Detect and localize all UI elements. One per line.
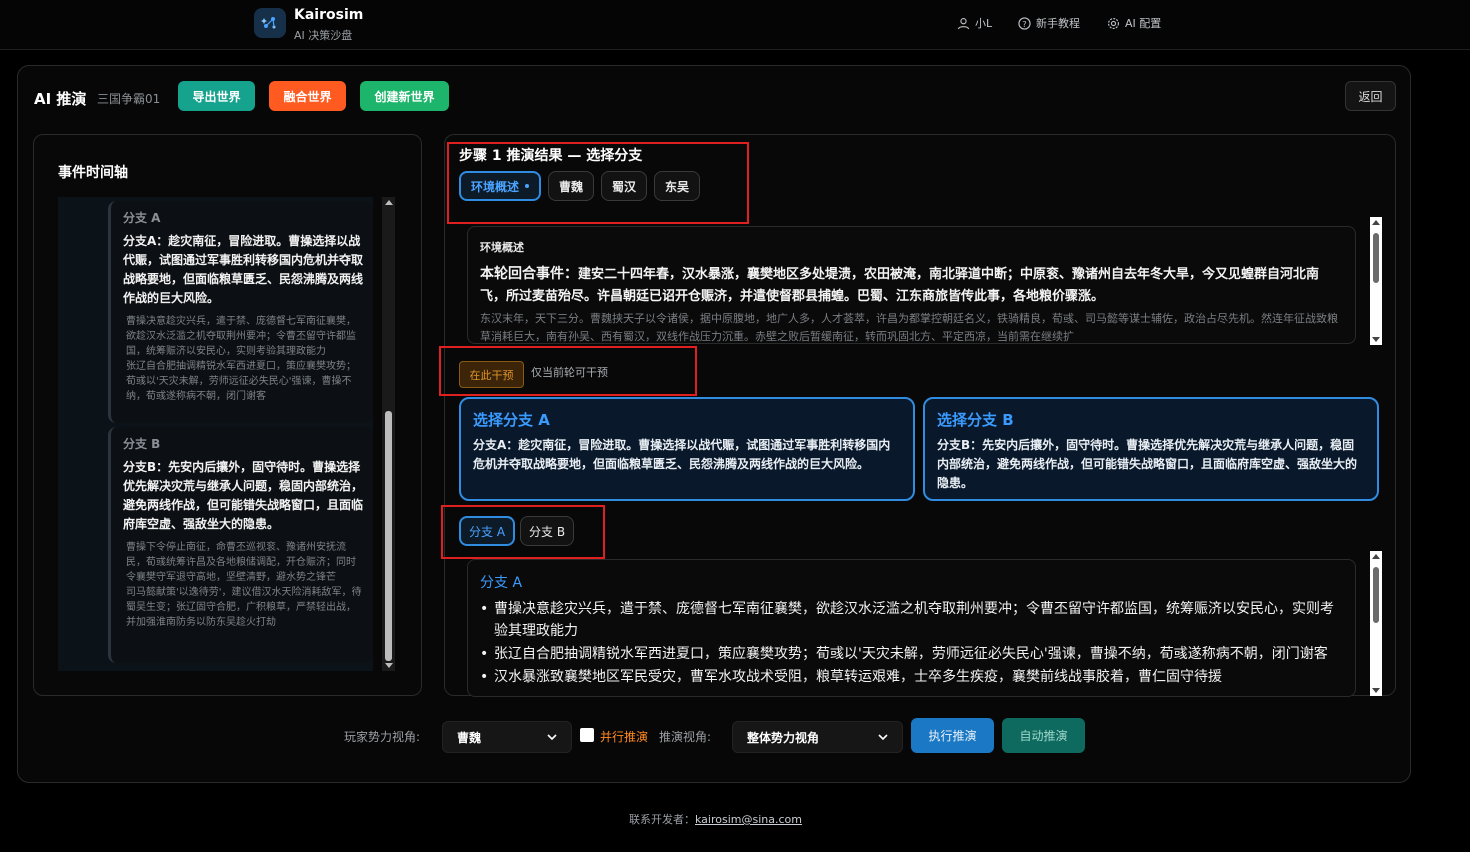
intervene-button[interactable]: 在此干预 [459,361,524,388]
user-icon [957,17,970,29]
world-name: 三国争霸01 [97,92,161,106]
export-world-button[interactable]: 导出世界 [178,81,255,111]
parallel-checkbox[interactable] [580,728,594,742]
scroll-down-icon[interactable] [1372,688,1380,693]
brand-name: Kairosim [294,7,364,23]
environment-body: 建安二十四年春，汉水暴涨，襄樊地区多处堤溃，农田被淹，南北驿道中断；中原衮、豫诸… [480,267,1320,304]
svg-text:?: ? [1022,18,1026,28]
detail-scroll-thumb[interactable] [1373,567,1379,623]
environment-card: 环境概述 本轮回合事件：建安二十四年春，汉水暴涨，襄樊地区多处堤溃，农田被淹，南… [467,226,1356,344]
page-title: AI 推演 [34,90,87,108]
timeline-item[interactable]: 分支 B 分支B：先安内后攘外，固守待时。曹操选择优先解决灾荒与继承人问题，稳固… [108,427,373,663]
back-button[interactable]: 返回 [1345,81,1396,111]
view-select[interactable]: 整体势力视角 [732,721,903,753]
choice-title: 选择分支 B [937,411,1014,429]
list-item: 汉水暴涨致襄樊地区军民受灾，曹军水攻战术受阻，粮草转运艰难，士卒多生疾疫，襄樊前… [480,666,1343,688]
nav-tutorial[interactable]: ? 新手教程 [1018,15,1080,31]
tab-label: 曹魏 [559,179,584,194]
tab-shu[interactable]: 蜀汉 [601,171,648,201]
step-title: 步骤 1 推演结果 — 选择分支 [459,148,643,164]
brand-subtitle: AI 决策沙盘 [294,29,353,42]
timeline-title: 事件时间轴 [58,165,128,181]
player-view-label: 玩家势力视角: [344,730,421,744]
timeline-item-detail: 张辽自合肥抽调精锐水军西进夏口，策应襄樊攻势；荀彧以'天灾未解，劳师远征必失民心… [126,361,356,402]
player-faction-value: 曹魏 [457,730,482,745]
timeline-scrollbar[interactable] [382,197,395,671]
timeline-item-summary: 分支A：趁灾南征，冒险进取。曹操选择以战代赈，试图通过军事胜利转移国内危机并夺取… [123,234,364,305]
timeline-item-detail: 司马懿献策'以逸待劳'，建议借汉水天险消耗敌军，待蜀吴生变；张辽固守合肥，广积粮… [126,587,362,628]
gear-icon [1108,17,1119,29]
tab-label: 东吴 [665,179,690,194]
tab-label: 蜀汉 [612,179,637,194]
timeline-item-detail: 曹操决意趁灾兴兵，遣于禁、庞德督七军南征襄樊，欲趁汉水泛滥之机夺取荆州要冲；令曹… [126,316,356,357]
nav-user[interactable]: 小L [957,15,992,31]
footer: 联系开发者：kairosim@sina.com [629,811,802,827]
scroll-down-icon[interactable] [385,663,393,668]
merge-world-button[interactable]: 融合世界 [269,81,346,111]
nav-tutorial-label: 新手教程 [1036,17,1080,30]
contact-email-link[interactable]: kairosim@sina.com [695,813,802,826]
view-label: 推演视角: [659,730,712,744]
nav-ai-config-label: AI 配置 [1125,17,1162,30]
tab-branch-a[interactable]: 分支 A [459,516,516,546]
run-simulation-button[interactable]: 执行推演 [911,718,994,753]
intervene-note: 仅当前轮可干预 [531,366,608,379]
auto-simulation-button[interactable]: 自动推演 [1002,718,1085,753]
timeline-item[interactable]: 分支 A 分支A：趁灾南征，冒险进取。曹操选择以战代赈，试图通过军事胜利转移国内… [108,201,373,423]
branch-detail-list: 曹操决意趁灾兴兵，遣于禁、庞德督七军南征襄樊，欲趁汉水泛滥之机夺取荆州要冲；令曹… [480,598,1343,688]
branch-detail-title: 分支 A [480,575,523,591]
choice-text: 分支A：趁灾南征，冒险进取。曹操选择以战代赈，试图通过军事胜利转移国内危机并夺取… [473,438,891,471]
tab-wu[interactable]: 东吴 [654,171,701,201]
list-item: 曹操决意趁灾兴兵，遣于禁、庞德督七军南征襄樊，欲趁汉水泛滥之机夺取荆州要冲；令曹… [480,598,1343,642]
environment-label: 环境概述 [480,241,524,254]
environment-scroll-thumb[interactable] [1373,233,1379,283]
list-item: 张辽自合肥抽调精锐水军西进夏口，策应襄樊攻势；荀彧以'天灾未解，劳师远征必失民心… [480,643,1343,665]
player-faction-select[interactable]: 曹魏 [442,721,572,753]
timeline-scroll-area[interactable]: 分支 A 分支A：趁灾南征，冒险进取。曹操选择以战代赈，试图通过军事胜利转移国内… [58,197,373,671]
timeline-item-summary: 分支B：先安内后攘外，固守待时。曹操选择优先解决灾荒与继承人问题，稳固内部统治，… [123,460,364,531]
logo-icon [261,17,276,29]
scroll-down-icon[interactable] [1372,337,1380,342]
view-value: 整体势力视角 [747,730,820,745]
event-timeline: 事件时间轴 分支 A 分支A：趁灾南征，冒险进取。曹操选择以战代赈，试图通过军事… [33,134,422,696]
scroll-up-icon[interactable] [1372,554,1380,559]
footer-label: 联系开发者： [629,813,695,826]
scroll-up-icon[interactable] [1372,220,1380,225]
tab-label: 环境概述 [471,179,520,194]
create-world-button[interactable]: 创建新世界 [360,81,449,111]
logo[interactable] [254,8,286,38]
active-dot-icon [525,184,530,188]
choice-text: 分支B：先安内后攘外，固守待时。曹操选择优先解决灾荒与继承人问题，稳固内部统治，… [937,438,1358,490]
timeline-scroll-thumb[interactable] [385,411,392,661]
timeline-item-detail: 曹操下令停止南征，命曹丕巡视衮、豫诸州安抚流民，荀彧统筹许昌及各地粮储调配，开仓… [126,542,356,583]
choice-title: 选择分支 A [473,411,550,429]
parallel-label[interactable]: 并行推演 [600,728,648,745]
choice-card-a[interactable]: 选择分支 A 分支A：趁灾南征，冒险进取。曹操选择以战代赈，试图通过军事胜利转移… [459,397,915,501]
nav-user-label: 小L [975,17,993,30]
timeline-item-branch: 分支 B [123,437,161,451]
simulation-panel: AI 推演 三国争霸01 导出世界 融合世界 创建新世界 返回 事件时间轴 分支… [17,65,1411,783]
branch-tabs: 分支 A 分支 B [459,516,575,546]
tab-branch-b[interactable]: 分支 B [520,516,575,546]
scroll-up-icon[interactable] [385,200,393,205]
environment-scrollbar[interactable] [1370,217,1382,345]
detail-scrollbar[interactable] [1370,551,1382,696]
tab-environment[interactable]: 环境概述 [459,171,542,201]
timeline-item-branch: 分支 A [123,211,161,225]
faction-tabs: 环境概述 曹魏 蜀汉 东吴 [459,171,701,201]
environment-background: 东汉末年，天下三分。曹魏挟天子以令诸侯，据中原腹地，地广人多，人才荟萃，许昌为都… [480,312,1338,343]
choice-card-b[interactable]: 选择分支 B 分支B：先安内后攘外，固守待时。曹操选择优先解决灾荒与继承人问题，… [923,397,1379,501]
chevron-down-icon [878,734,888,741]
branch-detail-card: 分支 A 曹操决意趁灾兴兵，遣于禁、庞德督七军南征襄樊，欲趁汉水泛滥之机夺取荆州… [467,559,1356,697]
help-icon: ? [1018,16,1031,30]
tab-wei[interactable]: 曹魏 [548,171,595,201]
nav-ai-config[interactable]: AI 配置 [1107,15,1161,31]
chevron-down-icon [547,734,557,741]
result-panel: 步骤 1 推演结果 — 选择分支 环境概述 曹魏 蜀汉 东吴 环境概述 本轮回合… [439,134,1396,697]
environment-text: 本轮回合事件：建安二十四年春，汉水暴涨，襄樊地区多处堤溃，农田被淹，南北驿道中断… [480,263,1343,308]
environment-lead: 本轮回合事件： [480,266,578,282]
top-header: Kairosim AI 决策沙盘 小L ? 新手教程 AI 配置 [0,0,1470,50]
